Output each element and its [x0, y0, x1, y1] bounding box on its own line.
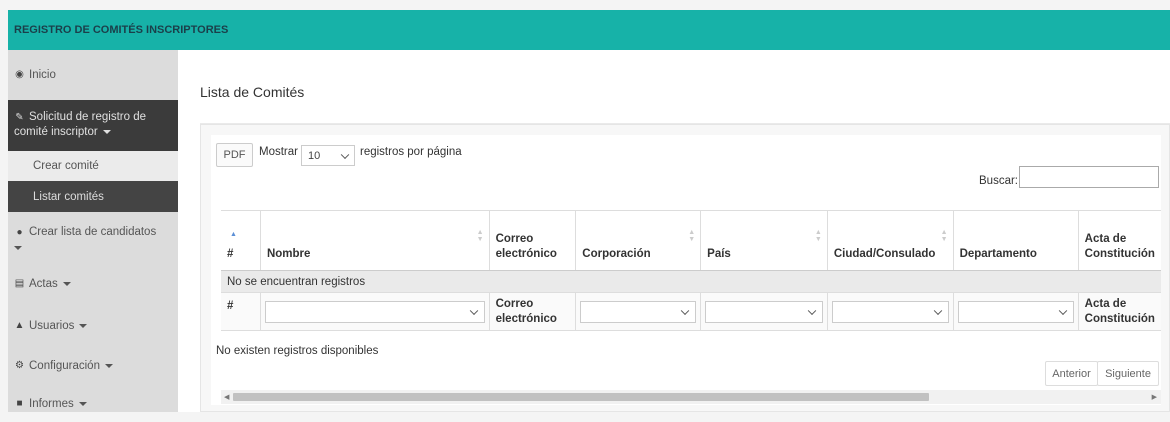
- caret-down-icon: [104, 364, 113, 368]
- caret-down-icon: [78, 402, 87, 406]
- sidebar-item-label: Listar comités: [33, 190, 104, 203]
- user-icon: ▲: [14, 320, 25, 331]
- caret-down-icon: [102, 129, 111, 134]
- sidebar-item-label: Solicitud de registro de: [29, 111, 146, 123]
- sidebar-item-label: Usuarios: [29, 320, 75, 332]
- main-content: Lista de Comités PDF Mostrar 10 registro…: [178, 50, 1170, 412]
- column-header-pais[interactable]: ▲ ▼ País: [700, 210, 828, 271]
- footer-number: #: [221, 292, 261, 331]
- chevron-down-icon: [340, 150, 350, 159]
- chevron-down-icon: [933, 306, 942, 315]
- footer-acta: Acta de Constitución: [1078, 292, 1161, 331]
- sidebar-item-crear-comite[interactable]: Crear comité: [8, 151, 178, 181]
- sidebar-item-solicitud[interactable]: ✎ Solicitud de registro de comité inscrip…: [8, 100, 178, 151]
- column-header-correo[interactable]: Correo electrónico: [489, 210, 577, 271]
- users-icon: ●: [16, 227, 23, 238]
- sidebar-item-label: Configuración: [29, 360, 100, 372]
- sidebar-item-label: Crear lista de candidatos: [29, 226, 157, 238]
- datatable: PDF Mostrar 10 registros por página Busc…: [211, 135, 1161, 405]
- sort-icon: ▲ ▼: [814, 229, 822, 243]
- pdf-button[interactable]: PDF: [216, 143, 253, 167]
- caret-down-icon: [14, 245, 22, 250]
- sort-asc-icon: ▲: [230, 231, 237, 238]
- table-panel: PDF Mostrar 10 registros por página Busc…: [200, 124, 1170, 412]
- sidebar-item-configuracion[interactable]: ⚙ Configuración: [8, 346, 178, 386]
- footer-correo: Correo electrónico: [489, 292, 577, 331]
- sort-icon: ▲ ▼: [476, 229, 484, 243]
- sidebar-item-label: Actas: [29, 278, 58, 290]
- column-header-acta[interactable]: Acta de Constitución: [1078, 210, 1161, 271]
- search-label: Buscar:: [979, 175, 1018, 187]
- search-input[interactable]: [1019, 166, 1159, 188]
- gear-icon: ⚙: [15, 360, 24, 371]
- app-title: REGISTRO DE COMITÉS INSCRIPTORES: [14, 24, 229, 36]
- sidebar-item-crear-lista[interactable]: ● Crear lista de candidatos: [8, 212, 178, 264]
- scrollbar-thumb[interactable]: [233, 393, 929, 401]
- page-size-value: 10: [308, 149, 321, 162]
- sidebar-item-label: Informes: [29, 398, 74, 410]
- show-label: Mostrar: [259, 146, 298, 158]
- filter-nombre-select[interactable]: [264, 300, 485, 323]
- sidebar-item-listar-comites[interactable]: Listar comités: [8, 181, 178, 212]
- book-icon: ■: [16, 398, 23, 409]
- table-row: No se encuentran registros: [221, 270, 1161, 293]
- filter-departamento-select[interactable]: [957, 300, 1074, 323]
- filter-corporacion-select[interactable]: [580, 300, 697, 323]
- column-header-corporacion[interactable]: ▲ ▼ Corporación: [575, 210, 702, 271]
- page-size-select[interactable]: 10: [301, 145, 355, 166]
- empty-message: No se encuentran registros: [221, 270, 1161, 293]
- sidebar-item-label: Crear comité: [33, 160, 99, 172]
- chevron-down-icon: [680, 306, 690, 315]
- sidebar: ◉ Inicio ✎ Solicitud de registro de comit…: [8, 50, 178, 412]
- chevron-down-icon: [1058, 306, 1067, 315]
- sort-icon: ▲ ▼: [940, 229, 948, 243]
- committees-table: ▲ # ▲ ▼ Nombre Correo electrónico ▲ ▼ Corpora…: [221, 210, 1161, 331]
- caret-down-icon: [62, 282, 71, 286]
- per-page-label: registros por página: [360, 146, 462, 158]
- table-info: No existen registros disponibles: [216, 345, 379, 357]
- sidebar-item-usuarios[interactable]: ▲ Usuarios: [8, 306, 178, 346]
- filter-ciudad-select[interactable]: [831, 300, 949, 323]
- caret-down-icon: [79, 324, 88, 328]
- sidebar-item-label-2: comité inscriptor: [14, 126, 98, 138]
- tachometer-icon: ◉: [15, 69, 24, 80]
- page-title: Lista de Comités: [200, 84, 305, 100]
- sidebar-item-informes[interactable]: ■ Informes: [8, 386, 178, 422]
- sidebar-item-label: Inicio: [29, 69, 56, 81]
- sort-icon: ▲ ▼: [688, 229, 696, 243]
- chevron-down-icon: [469, 306, 478, 315]
- edit-icon: ✎: [15, 112, 24, 123]
- filter-pais-select[interactable]: [705, 300, 823, 323]
- scroll-left-icon[interactable]: ◀: [224, 393, 229, 401]
- scroll-right-icon[interactable]: ▶: [1152, 393, 1157, 401]
- horizontal-scrollbar[interactable]: ◀ ▶: [221, 390, 1161, 404]
- column-header-ciudad[interactable]: ▲ ▼ Ciudad/Consulado: [827, 210, 954, 271]
- app-header: REGISTRO DE COMITÉS INSCRIPTORES: [8, 10, 1170, 50]
- column-header-number[interactable]: ▲ #: [221, 210, 261, 271]
- sidebar-item-actas[interactable]: ▤ Actas: [8, 264, 178, 304]
- chevron-down-icon: [807, 306, 817, 315]
- column-header-nombre[interactable]: ▲ ▼ Nombre: [260, 210, 490, 271]
- sidebar-item-inicio[interactable]: ◉ Inicio: [8, 50, 178, 100]
- previous-button[interactable]: Anterior: [1045, 361, 1098, 386]
- next-button[interactable]: Siguiente: [1097, 361, 1159, 386]
- column-header-departamento[interactable]: Departamento: [953, 210, 1079, 271]
- file-icon: ▤: [14, 278, 25, 289]
- filter-row: # Correo electrónico Acta de Constitució…: [221, 292, 1161, 331]
